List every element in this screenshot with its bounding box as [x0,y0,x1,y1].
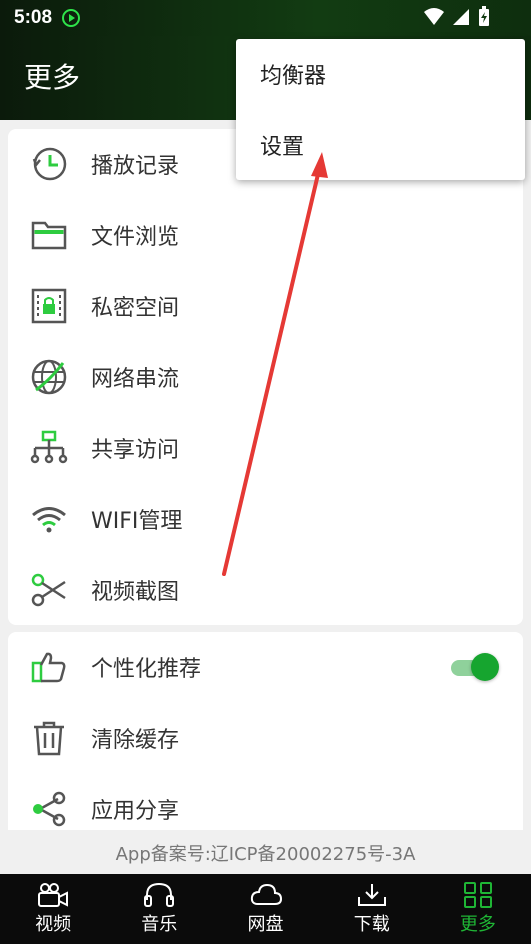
features-card: 播放记录 文件浏览 私密空间 网络串流 共享访问 WIFI管理 视频截图 [8,129,523,625]
overflow-menu: 均衡器 设置 [236,39,525,180]
nav-label: 音乐 [141,914,178,935]
nav-tab-music[interactable]: 音乐 [106,874,212,944]
wifi-signal-icon [424,8,444,25]
nav-label: 下载 [353,914,390,935]
trash-icon [34,721,64,756]
cloud-icon [250,883,282,905]
nav-tab-cloud[interactable]: 网盘 [212,874,318,944]
list-item-label: 个性化推荐 [91,657,202,682]
status-time: 5:08 [14,7,53,28]
toggle-knob [471,653,499,681]
nav-label: 网盘 [247,914,284,935]
menu-item-equalizer[interactable]: 均衡器 [236,39,525,109]
list-item-private-space[interactable]: 私密空间 [8,271,523,341]
settings-card: 个性化推荐 清除缓存 应用分享 [8,632,523,830]
bottom-nav: 视频 音乐 网盘 下载 更多 [0,874,531,944]
list-item-label: WIFI管理 [91,509,183,534]
wifi-icon [32,507,66,533]
video-camera-icon [38,883,69,907]
history-icon [32,147,67,181]
list-item-label: 私密空间 [91,296,180,321]
status-bar: 5:08 [0,0,531,36]
page-title: 更多 [24,61,81,94]
list-item-personalized-recommend[interactable]: 个性化推荐 [8,632,523,702]
nav-label: 视频 [35,914,72,935]
list-item-video-screenshot[interactable]: 视频截图 [8,555,523,625]
nav-label: 更多 [459,914,496,935]
list-item-label: 视频截图 [91,580,180,605]
globe-icon [31,359,67,395]
grid-icon [463,882,492,908]
scissors-icon [31,573,66,607]
list-item-label: 共享访问 [91,438,180,463]
list-item-label: 播放记录 [91,154,180,179]
share-icon [33,791,66,827]
nav-tab-video[interactable]: 视频 [0,874,106,944]
list-item-label: 应用分享 [91,799,180,824]
cellular-signal-icon [453,9,469,25]
list-item-label: 清除缓存 [91,728,180,753]
list-item-file-browse[interactable]: 文件浏览 [8,200,523,270]
list-item-wifi-manage[interactable]: WIFI管理 [8,484,523,554]
network-share-icon [30,430,68,464]
status-icons [423,6,491,28]
list-item-network-stream[interactable]: 网络串流 [8,342,523,412]
private-space-icon [31,288,67,324]
list-item-label: 网络串流 [91,367,180,392]
battery-icon [479,6,489,26]
icp-footer: App备案号:辽ICP备20002275号-3A [0,832,531,874]
list-item-clear-cache[interactable]: 清除缓存 [8,703,523,773]
nav-tab-more[interactable]: 更多 [425,874,531,944]
status-app-icon [62,9,81,27]
nav-tab-download[interactable]: 下载 [319,874,425,944]
download-icon [357,884,386,906]
recommend-toggle[interactable] [451,652,499,682]
folder-icon [31,221,67,250]
list-item-share-access[interactable]: 共享访问 [8,413,523,483]
headphones-icon [144,882,175,907]
menu-item-settings[interactable]: 设置 [236,110,525,180]
thumbs-up-icon [31,652,66,683]
list-item-label: 文件浏览 [91,225,180,250]
